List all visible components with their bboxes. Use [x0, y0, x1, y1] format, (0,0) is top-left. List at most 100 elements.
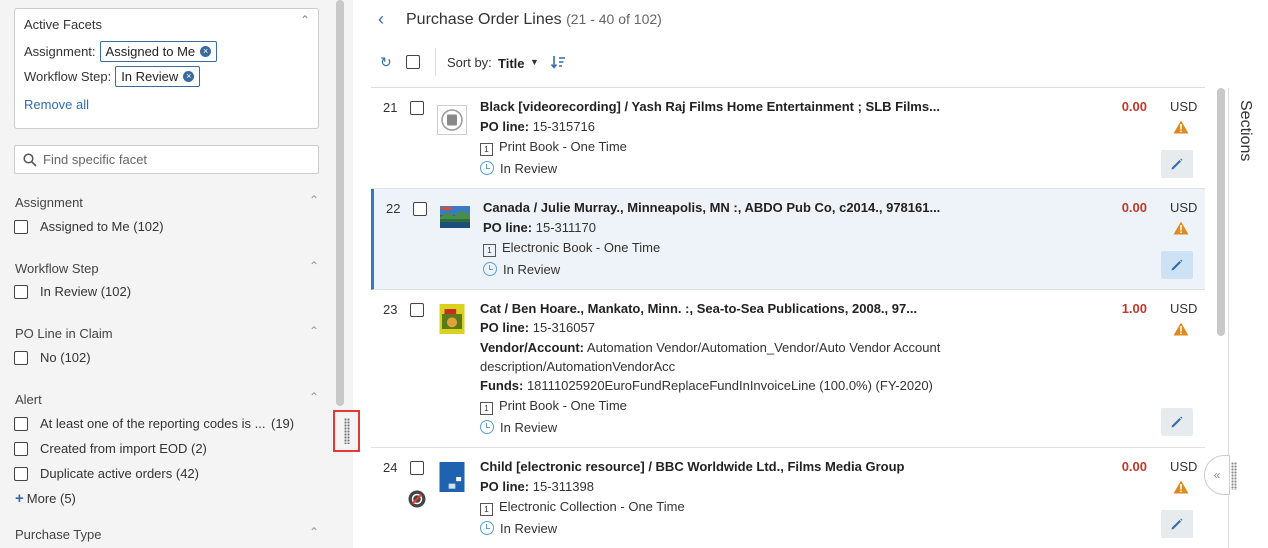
- row-checkbox[interactable]: [410, 101, 424, 115]
- remove-chip-icon[interactable]: ×: [183, 71, 195, 82]
- group-title-alert: Alert: [15, 392, 42, 407]
- select-all-checkbox[interactable]: [406, 55, 420, 69]
- order-type-icon: 1: [480, 402, 493, 415]
- facet-checkbox[interactable]: [14, 284, 28, 299]
- row-number: 22: [386, 201, 401, 216]
- warning-icon[interactable]: [1173, 480, 1189, 494]
- facet-option[interactable]: Created from import EOD (2): [14, 441, 207, 456]
- price: 0.00: [1121, 99, 1147, 114]
- order-type: 1 Print Book - One Time: [480, 139, 627, 156]
- workflow-status: In Review: [480, 161, 557, 176]
- warning-icon[interactable]: [1173, 322, 1189, 336]
- active-facets-title: Active Facets: [24, 17, 103, 32]
- sort-field-select[interactable]: Title: [498, 56, 525, 71]
- funds: Funds: 18111025920EuroFundReplaceFundInI…: [480, 378, 933, 393]
- sections-label[interactable]: Sections: [1236, 100, 1254, 161]
- chevron-up-icon[interactable]: ⌃: [300, 13, 310, 27]
- clock-icon: [480, 420, 494, 434]
- facet-checkbox[interactable]: [14, 441, 28, 456]
- vendor-account-cont: description/AutomationVendorAcc: [480, 359, 676, 374]
- vendor-account: Vendor/Account: Automation Vendor/Automa…: [480, 340, 941, 355]
- edit-button[interactable]: [1161, 408, 1193, 436]
- row-number: 24: [383, 460, 398, 475]
- price: 1.00: [1121, 301, 1147, 316]
- chevron-up-icon[interactable]: ⌃: [309, 525, 319, 539]
- currency: USD: [1170, 301, 1198, 316]
- currency: USD: [1170, 99, 1198, 114]
- remove-chip-icon[interactable]: ×: [200, 46, 212, 57]
- active-facets-box: Active Facets ⌃ Assignment: Assigned to …: [14, 8, 319, 129]
- no-access-icon: [408, 490, 426, 508]
- group-title-claim: PO Line in Claim: [15, 326, 113, 341]
- order-type: 1 Electronic Collection - One Time: [480, 499, 685, 516]
- remove-all-link[interactable]: Remove all: [24, 97, 89, 112]
- list-scrollbar[interactable]: [1217, 88, 1225, 336]
- facet-chip: Assigned to Me ×: [99, 41, 218, 62]
- active-facet-workflow: Workflow Step: In Review ×: [24, 66, 201, 87]
- more-facets-link[interactable]: + More (5): [15, 490, 76, 507]
- order-type-icon: 1: [480, 503, 493, 516]
- pencil-icon: [1171, 259, 1183, 271]
- book-cover-thumbnail: [439, 304, 465, 334]
- sort-by-label: Sort by:: [447, 55, 492, 70]
- group-title-workflow: Workflow Step: [15, 261, 99, 276]
- row-title[interactable]: Canada / Julie Murray., Minneapolis, MN …: [483, 200, 940, 215]
- list-item[interactable]: 23 Cat / Ben Hoare., Mankato, Minn. :, S…: [371, 290, 1205, 448]
- list-item[interactable]: 22 Canada / Julie Murray., Minneapolis, …: [371, 189, 1205, 290]
- chevron-up-icon[interactable]: ⌃: [309, 324, 319, 338]
- caret-down-icon[interactable]: ▼: [530, 57, 539, 67]
- drag-handle-icon[interactable]: [1231, 462, 1237, 490]
- chevron-up-icon[interactable]: ⌃: [309, 390, 319, 404]
- edit-button[interactable]: [1161, 251, 1193, 279]
- list-item[interactable]: 24 Child [electronic resource] / BBC Wor…: [371, 448, 1205, 548]
- workflow-status: In Review: [483, 262, 560, 277]
- chevron-up-icon[interactable]: ⌃: [309, 259, 319, 273]
- row-title[interactable]: Cat / Ben Hoare., Mankato, Minn. :, Sea-…: [480, 301, 917, 316]
- price: 0.00: [1121, 200, 1147, 215]
- facet-search-input[interactable]: [43, 152, 303, 167]
- clock-icon: [480, 521, 494, 535]
- order-type: 1 Print Book - One Time: [480, 398, 627, 415]
- facet-option[interactable]: At least one of the reporting codes is .…: [14, 416, 314, 431]
- sort-direction-icon[interactable]: [550, 54, 566, 70]
- edit-button[interactable]: [1161, 150, 1193, 178]
- panel-resize-handle[interactable]: [333, 410, 360, 452]
- facet-checkbox[interactable]: [14, 219, 28, 234]
- chevron-up-icon[interactable]: ⌃: [309, 193, 319, 207]
- warning-icon[interactable]: [1173, 120, 1189, 134]
- search-icon: [23, 152, 37, 167]
- row-number: 23: [383, 302, 398, 317]
- po-line: PO line: 15-316057: [480, 320, 595, 335]
- row-checkbox[interactable]: [413, 202, 427, 216]
- drag-handle-icon: [343, 418, 350, 444]
- plus-icon: +: [15, 490, 24, 507]
- row-title[interactable]: Black [videorecording] / Yash Raj Films …: [480, 99, 940, 114]
- page-title: Purchase Order Lines (21 - 40 of 102): [406, 11, 662, 28]
- order-type-icon: 1: [480, 143, 493, 156]
- po-line: PO line: 15-311170: [483, 220, 596, 235]
- row-checkbox[interactable]: [410, 461, 424, 475]
- pencil-icon: [1171, 158, 1183, 170]
- facet-label: Assignment:: [24, 44, 96, 59]
- facet-option[interactable]: Assigned to Me (102): [14, 219, 164, 234]
- group-title-assignment: Assignment: [15, 195, 83, 210]
- list-item[interactable]: 21 Black [videorecording] / Yash Raj Fil…: [371, 88, 1205, 189]
- row-title[interactable]: Child [electronic resource] / BBC Worldw…: [480, 459, 904, 474]
- row-checkbox[interactable]: [410, 303, 424, 317]
- facets-scroll-thumb[interactable]: [336, 0, 344, 406]
- workflow-status: In Review: [480, 521, 557, 536]
- currency: USD: [1170, 459, 1198, 474]
- edit-button[interactable]: [1161, 510, 1193, 538]
- refresh-icon[interactable]: ↻: [380, 54, 392, 71]
- facet-option[interactable]: Duplicate active orders (42): [14, 466, 199, 481]
- double-chevron-left-icon[interactable]: «: [1204, 455, 1230, 495]
- po-line: PO line: 15-311398: [480, 479, 594, 494]
- facet-checkbox[interactable]: [14, 466, 28, 481]
- facet-checkbox[interactable]: [14, 350, 28, 365]
- warning-icon[interactable]: [1173, 221, 1189, 235]
- facet-option[interactable]: No (102): [14, 350, 91, 365]
- po-line: PO line: 15-315716: [480, 119, 595, 134]
- facet-checkbox[interactable]: [14, 416, 28, 431]
- back-arrow-icon[interactable]: ‹: [378, 9, 384, 30]
- facet-option[interactable]: In Review (102): [14, 284, 131, 299]
